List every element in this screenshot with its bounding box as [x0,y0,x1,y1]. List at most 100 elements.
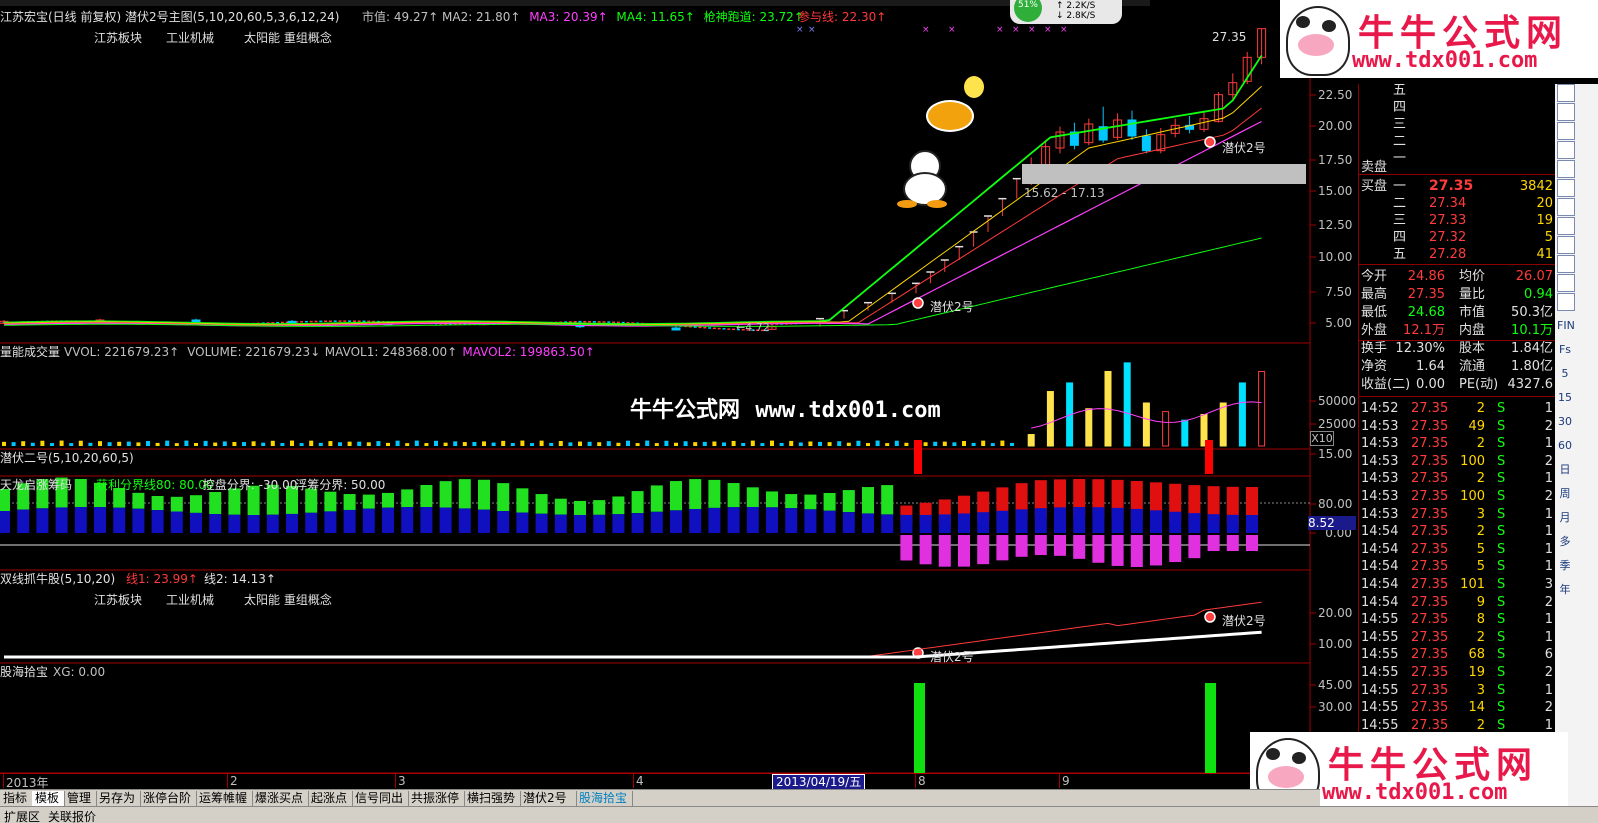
legend-item: MA4: 11.65↑ [616,10,695,24]
tab-起涨点[interactable]: 起涨点 [308,791,353,806]
tick-row: 14:55 27.35 2 S 1 [1359,629,1555,646]
period-button-7[interactable]: 周 [1557,486,1573,502]
period-button-9[interactable]: 多 [1557,534,1573,550]
tick-time: 14:55 [1361,647,1399,663]
chip-blue-bar [305,512,318,533]
period-button-6[interactable]: 日 [1557,462,1573,478]
volume-bar [568,442,573,446]
stat-key: 流通 [1459,359,1486,374]
tool-button[interactable] [1557,160,1575,178]
chip-magenta-bar [1111,535,1124,566]
tool-button[interactable] [1557,293,1575,311]
tick-side: S [1497,577,1506,592]
period-button-2[interactable]: 5 [1557,366,1573,382]
period-button-10[interactable]: 季 [1557,558,1573,574]
sell-level-label: 五 [1393,83,1407,98]
volume-bar [741,442,746,446]
candle [338,320,342,322]
candle [314,320,318,323]
tick-row: 14:55 27.35 14 S 2 [1359,699,1555,716]
tool-button[interactable] [1557,122,1575,140]
period-button-8[interactable]: 月 [1557,510,1573,526]
tab-股海拾宝[interactable]: 股海拾宝 [576,791,633,806]
sell-level-row: 四 [1359,99,1555,116]
signal-label-top: 潜伏2号 [1222,141,1266,155]
tool-button[interactable] [1557,255,1575,273]
tab-另存为[interactable]: 另存为 [96,791,141,806]
volume-bar [434,440,438,446]
tab-模板[interactable]: 模板 [32,791,65,806]
main-y-tick-label: 17.50 [1318,153,1353,167]
tick-side: S [1497,612,1506,628]
profit-bar [650,485,663,512]
chip-blue-bar [554,514,567,533]
volume-bar [88,442,93,446]
period-button-1[interactable]: Fs [1557,342,1573,358]
volume-bar [578,441,582,446]
tool-button[interactable] [1557,198,1575,216]
tool-button[interactable] [1557,179,1575,197]
volume-bar [155,442,160,446]
tool-button[interactable] [1557,236,1575,254]
volume-bar [846,442,851,446]
tick-volume: 49 [1468,418,1485,434]
tick-volume: 101 [1460,577,1485,592]
concept-tag: 太阳能 重组概念 [244,593,332,607]
tick-row: 14:53 27.35 3 S 1 [1359,506,1555,523]
period-button-5[interactable]: 60 [1557,438,1573,454]
volume-bar [98,441,102,446]
tool-button[interactable] [1557,141,1575,159]
tab-extension-area[interactable]: 扩展区 [4,808,40,823]
tool-button[interactable] [1557,217,1575,235]
tab-related-quotes[interactable]: 关联报价 [48,808,96,823]
tool-button[interactable] [1557,84,1575,102]
tab-管理[interactable]: 管理 [64,791,97,806]
chip-blue-bar [535,513,548,533]
stat-value: 27.35 [1407,287,1445,302]
current-price-tag: 8.52 [1308,516,1356,530]
tick-price: 27.35 [1411,559,1449,575]
line1-series [4,601,1262,658]
period-button-11[interactable]: 年 [1557,582,1573,598]
buy-level-label: 五 [1393,247,1407,262]
tab-指标[interactable]: 指标 [0,791,33,806]
period-button-3[interactable]: 15 [1557,390,1573,406]
period-button-4[interactable]: 30 [1557,414,1573,430]
chip-blue-bar [55,507,68,533]
tab-运筹帷幄[interactable]: 运筹帷幄 [196,791,253,806]
tick-volume: 68 [1468,647,1485,663]
volume-bar [606,441,611,446]
chip-blue-bar [458,508,471,533]
tool-button[interactable] [1557,274,1575,292]
concept-tag: 太阳能 重组概念 [244,31,332,45]
buy-volume: 19 [1536,213,1553,228]
chip-magenta-bar [996,535,1009,561]
scale-toggle[interactable]: X10 [1310,431,1334,446]
ma3-line [3,120,1262,327]
profit-bar [842,490,855,513]
tick-row: 14:55 27.35 68 S 6 [1359,646,1555,663]
volume-bar [664,440,669,446]
volume-bar [683,441,688,446]
tab-涨停台阶[interactable]: 涨停台阶 [140,791,197,806]
volume-bar [1123,362,1131,447]
chip-blue-bar [170,511,183,533]
tab-爆涨买点[interactable]: 爆涨买点 [252,791,309,806]
x-tick [1059,774,1060,788]
sell-level-row: 一 [1359,150,1555,167]
volume-bar [414,440,419,446]
period-button-0[interactable]: FIN [1557,318,1575,334]
tab-共振涨停[interactable]: 共振涨停 [408,791,465,806]
candle [722,328,726,330]
profit-bar [574,500,586,515]
tab-潜伏2号[interactable]: 潜伏2号 [520,791,577,806]
candle [602,321,606,323]
x-tick-label: 3 [398,774,406,788]
tab-信号同出[interactable]: 信号同出 [352,791,409,806]
tab-横扫强势[interactable]: 横扫强势 [464,791,521,806]
tianlong-panel-title: 天龙启涨筹码 [0,478,73,492]
chip-blue-bar [862,513,874,533]
tool-button[interactable] [1557,103,1575,121]
stat-key: 股本 [1459,341,1486,356]
buy-price: 27.32 [1429,230,1467,245]
